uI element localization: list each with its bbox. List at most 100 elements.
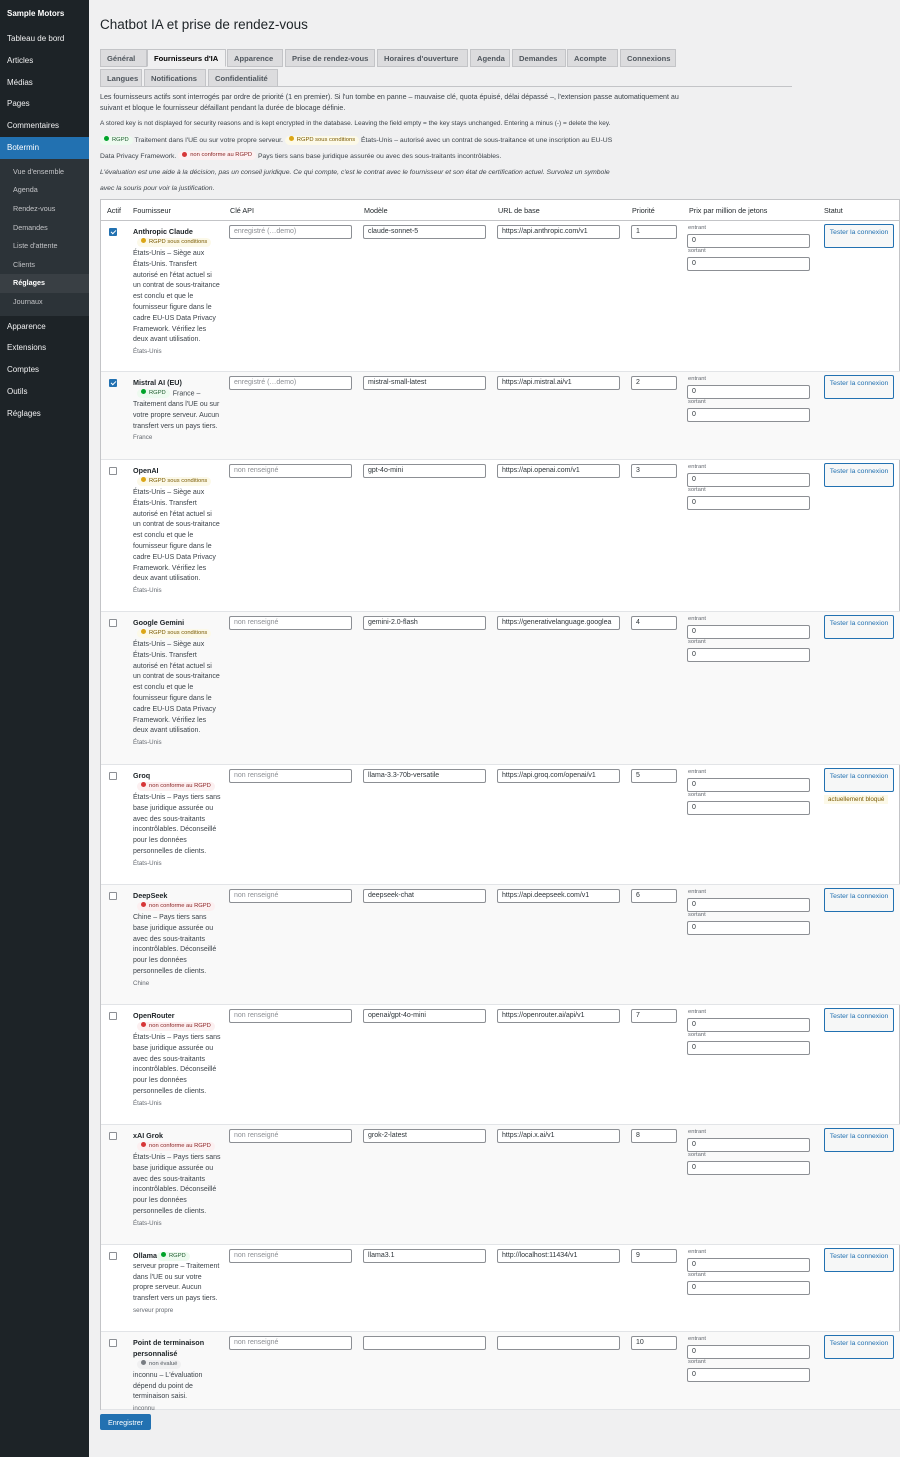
test-connection-button[interactable]: Tester la connexion [824, 375, 894, 399]
base-url-input[interactable]: https://api.anthropic.com/v1 [497, 225, 620, 239]
model-input[interactable]: claude-sonnet-5 [363, 225, 486, 239]
sidebar-item-2[interactable]: Médias [0, 72, 89, 94]
active-checkbox[interactable] [109, 379, 117, 387]
sidebar-item-3[interactable]: Pages [0, 93, 89, 115]
submenu-item-2[interactable]: Rendez-vous [0, 200, 89, 219]
price-output[interactable]: 0 [687, 1041, 810, 1055]
api-key-input[interactable]: non renseigné [229, 1129, 352, 1143]
submenu-item-5[interactable]: Clients [0, 256, 89, 275]
model-input[interactable]: openai/gpt-4o-mini [363, 1009, 486, 1023]
base-url-input[interactable]: https://generativelanguage.googlea [497, 616, 620, 630]
test-connection-button[interactable]: Tester la connexion [824, 1248, 894, 1272]
base-url-input[interactable]: https://api.groq.com/openai/v1 [497, 769, 620, 783]
submenu-item-1[interactable]: Agenda [0, 181, 89, 200]
model-input[interactable] [363, 1336, 486, 1350]
price-output[interactable]: 0 [687, 648, 810, 662]
priority-input[interactable]: 5 [631, 769, 677, 783]
submenu-item-7[interactable]: Journaux [0, 293, 89, 312]
api-key-input[interactable]: enregistré (…demo) [229, 225, 352, 239]
save-button[interactable]: Enregistrer [100, 1414, 152, 1430]
price-input[interactable]: 0 [687, 385, 810, 399]
test-connection-button[interactable]: Tester la connexion [824, 463, 894, 487]
price-output[interactable]: 0 [687, 408, 810, 422]
priority-input[interactable]: 8 [631, 1129, 677, 1143]
site-name[interactable]: Sample Motors [7, 9, 64, 18]
tab-4[interactable]: Horaires d'ouverture [377, 49, 468, 67]
price-output[interactable]: 0 [687, 921, 810, 935]
base-url-input[interactable]: https://api.x.ai/v1 [497, 1129, 620, 1143]
priority-input[interactable]: 9 [631, 1249, 677, 1263]
tab-3[interactable]: Prise de rendez-vous [285, 49, 375, 67]
api-key-input[interactable]: non renseigné [229, 1009, 352, 1023]
submenu-item-3[interactable]: Demandes [0, 219, 89, 238]
price-input[interactable]: 0 [687, 234, 810, 248]
priority-input[interactable]: 10 [631, 1336, 677, 1350]
tab-7[interactable]: Acompte [567, 49, 618, 67]
api-key-input[interactable]: non renseigné [229, 616, 352, 630]
sidebar-item-after-4[interactable]: Réglages [0, 403, 89, 425]
submenu-item-0[interactable]: Vue d'ensemble [0, 163, 89, 182]
api-key-input[interactable]: non renseigné [229, 769, 352, 783]
active-checkbox[interactable] [109, 1132, 117, 1140]
priority-input[interactable]: 4 [631, 616, 677, 630]
sidebar-item-after-3[interactable]: Outils [0, 381, 89, 403]
test-connection-button[interactable]: Tester la connexion [824, 224, 894, 248]
tab-9[interactable]: Langues [100, 69, 142, 87]
api-key-input[interactable]: enregistré (…demo) [229, 376, 352, 390]
base-url-input[interactable]: https://api.openai.com/v1 [497, 464, 620, 478]
tab-5[interactable]: Agenda [470, 49, 510, 67]
api-key-input[interactable]: non renseigné [229, 1249, 352, 1263]
model-input[interactable]: deepseek-chat [363, 889, 486, 903]
model-input[interactable]: llama3.1 [363, 1249, 486, 1263]
active-checkbox[interactable] [109, 892, 117, 900]
sidebar-item-4[interactable]: Commentaires [0, 115, 89, 137]
price-input[interactable]: 0 [687, 1258, 810, 1272]
base-url-input[interactable]: https://api.mistral.ai/v1 [497, 376, 620, 390]
priority-input[interactable]: 3 [631, 464, 677, 478]
active-checkbox[interactable] [109, 619, 117, 627]
tab-0[interactable]: Général [100, 49, 147, 67]
price-output[interactable]: 0 [687, 1281, 810, 1295]
priority-input[interactable]: 7 [631, 1009, 677, 1023]
tab-11[interactable]: Confidentialité [208, 69, 278, 87]
price-output[interactable]: 0 [687, 1161, 810, 1175]
base-url-input[interactable]: https://openrouter.ai/api/v1 [497, 1009, 620, 1023]
test-connection-button[interactable]: Tester la connexion [824, 1335, 894, 1359]
price-output[interactable]: 0 [687, 257, 810, 271]
price-input[interactable]: 0 [687, 898, 810, 912]
model-input[interactable]: gemini-2.0-flash [363, 616, 486, 630]
base-url-input[interactable] [497, 1336, 620, 1350]
sidebar-item-after-2[interactable]: Comptes [0, 359, 89, 381]
base-url-input[interactable]: https://api.deepseek.com/v1 [497, 889, 620, 903]
test-connection-button[interactable]: Tester la connexion [824, 888, 894, 912]
priority-input[interactable]: 2 [631, 376, 677, 390]
active-checkbox[interactable] [109, 467, 117, 475]
model-input[interactable]: grok-2-latest [363, 1129, 486, 1143]
price-output[interactable]: 0 [687, 801, 810, 815]
sidebar-item-after-1[interactable]: Extensions [0, 337, 89, 359]
submenu-item-4[interactable]: Liste d'attente [0, 237, 89, 256]
test-connection-button[interactable]: Tester la connexion [824, 1008, 894, 1032]
tab-6[interactable]: Demandes [512, 49, 566, 67]
price-output[interactable]: 0 [687, 496, 810, 510]
tab-8[interactable]: Connexions [620, 49, 676, 67]
api-key-input[interactable]: non renseigné [229, 1336, 352, 1350]
active-checkbox[interactable] [109, 1252, 117, 1260]
price-input[interactable]: 0 [687, 1018, 810, 1032]
base-url-input[interactable]: http://localhost:11434/v1 [497, 1249, 620, 1263]
test-connection-button[interactable]: Tester la connexion [824, 1128, 894, 1152]
active-checkbox[interactable] [109, 228, 117, 236]
active-checkbox[interactable] [109, 772, 117, 780]
active-checkbox[interactable] [109, 1339, 117, 1347]
sidebar-item-0[interactable]: Tableau de bord [0, 28, 89, 50]
test-connection-button[interactable]: Tester la connexion [824, 768, 894, 792]
price-input[interactable]: 0 [687, 1345, 810, 1359]
api-key-input[interactable]: non renseigné [229, 889, 352, 903]
tab-1[interactable]: Fournisseurs d'IA [147, 49, 226, 67]
price-input[interactable]: 0 [687, 778, 810, 792]
api-key-input[interactable]: non renseigné [229, 464, 352, 478]
sidebar-item-after-0[interactable]: Apparence [0, 316, 89, 338]
tab-2[interactable]: Apparence [227, 49, 283, 67]
sidebar-item-1[interactable]: Articles [0, 50, 89, 72]
price-input[interactable]: 0 [687, 473, 810, 487]
